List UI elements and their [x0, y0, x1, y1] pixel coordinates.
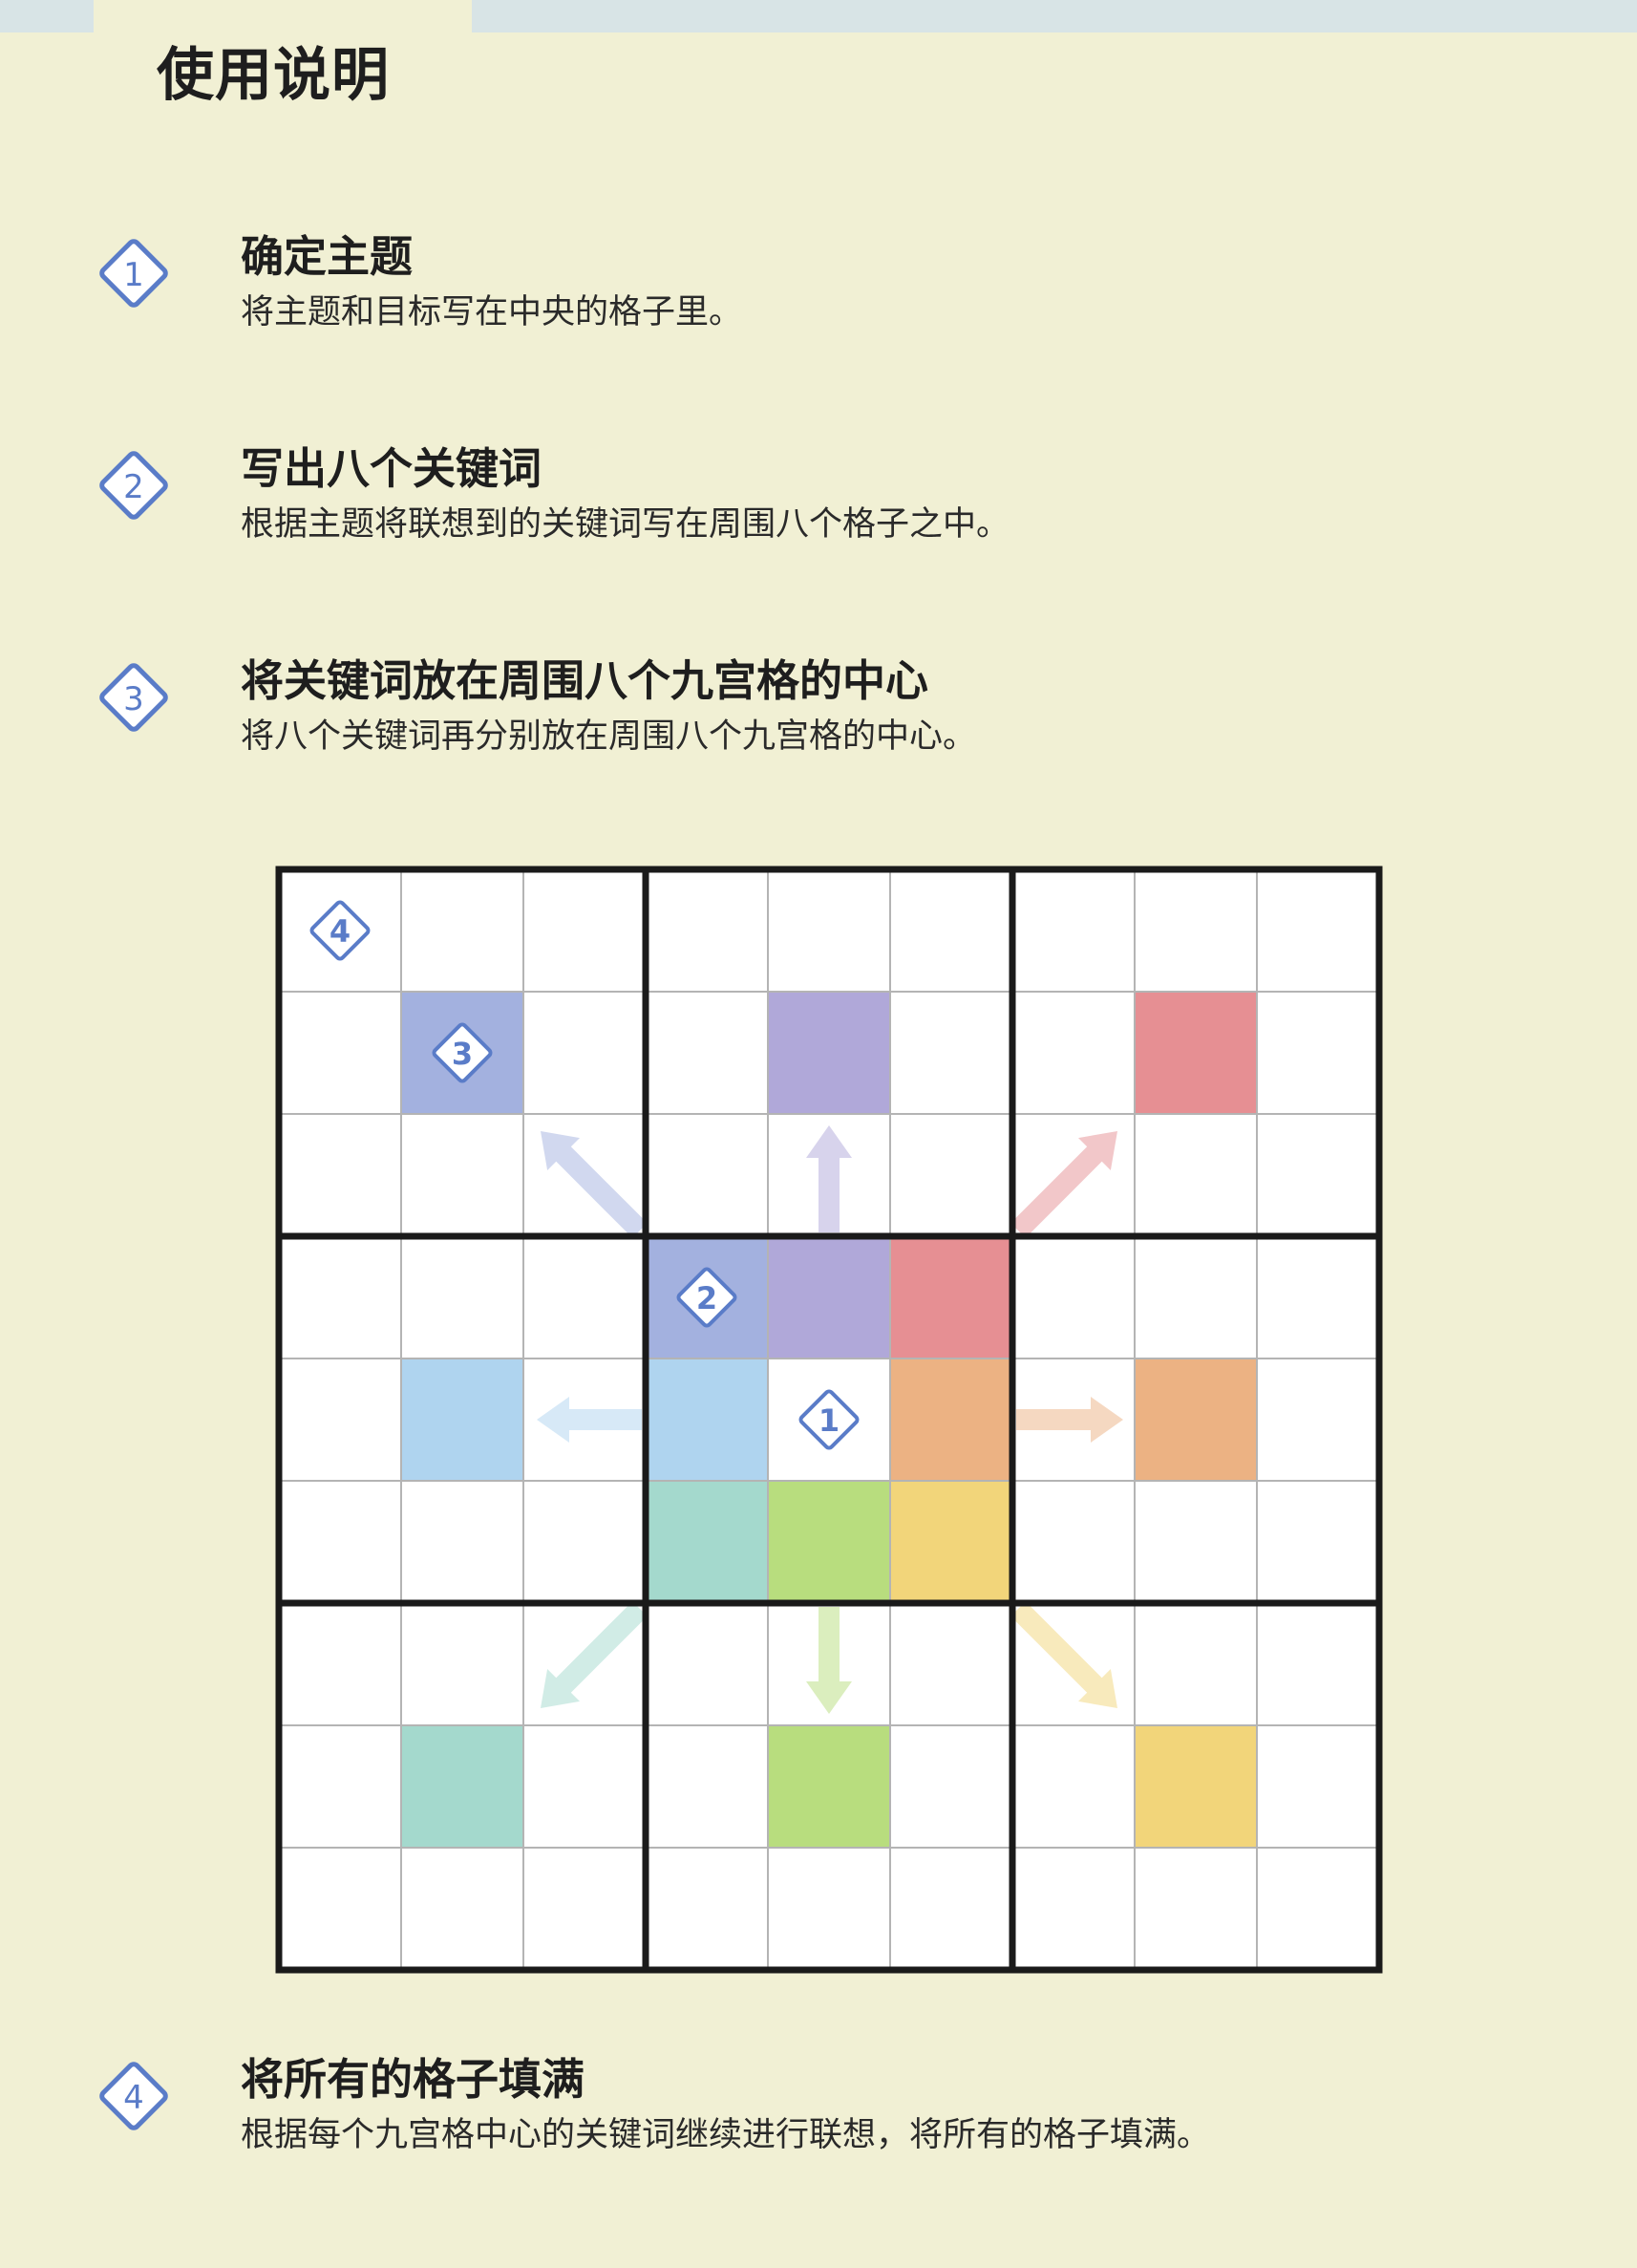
colored-cell-teal — [646, 1481, 768, 1603]
step-4-diamond-icon: 4 — [99, 2062, 168, 2130]
step-1-number: 1 — [123, 256, 144, 294]
colored-cell-yellow — [1135, 1725, 1257, 1848]
colored-cell-orange — [890, 1359, 1012, 1481]
colored-cell-purple — [768, 992, 890, 1114]
step-1-diamond-icon: 1 — [99, 239, 168, 308]
step-3-diamond-icon: 3 — [99, 663, 168, 732]
marker-number: 2 — [696, 1280, 717, 1316]
step-2-number: 2 — [123, 468, 144, 506]
step-3: 3 将关键词放在周围八个九宫格的中心 将八个关键词再分别放在周围八个九宫格的中心… — [86, 646, 1576, 760]
colored-cell-red — [1135, 992, 1257, 1114]
colored-cell-purple — [768, 1236, 890, 1359]
step-4-number: 4 — [123, 2079, 144, 2117]
page-title: 使用说明 — [157, 42, 390, 109]
colored-cell-red — [890, 1236, 1012, 1359]
title-tab — [94, 0, 472, 32]
step-2-title: 写出八个关键词 — [241, 443, 542, 494]
step-4: 4 将所有的格子填满 根据每个九宫格中心的关键词继续进行联想，将所有的格子填满。 — [86, 2044, 1576, 2159]
step-2-diamond-icon: 2 — [99, 451, 168, 520]
step-3-title: 将关键词放在周围八个九宫格的中心 — [241, 655, 929, 706]
marker-number: 3 — [452, 1036, 473, 1072]
step-1: 1 确定主题 将主题和目标写在中央的格子里。 — [86, 222, 1576, 336]
marker-number: 4 — [330, 913, 351, 950]
colored-cell-teal — [401, 1725, 523, 1848]
step-2-desc: 根据主题将联想到的关键词写在周围八个格子之中。 — [241, 505, 1010, 544]
marker-number: 1 — [818, 1402, 840, 1439]
step-4-desc: 根据每个九宫格中心的关键词继续进行联想，将所有的格子填满。 — [241, 2116, 1211, 2154]
colored-cell-sky — [646, 1359, 768, 1481]
step-3-number: 3 — [123, 680, 144, 718]
colored-cell-green — [768, 1725, 890, 1848]
colored-cell-yellow — [890, 1481, 1012, 1603]
step-2: 2 写出八个关键词 根据主题将联想到的关键词写在周围八个格子之中。 — [86, 434, 1576, 548]
colored-cell-orange — [1135, 1359, 1257, 1481]
step-1-title: 确定主题 — [241, 231, 414, 282]
mandala-grid: 4 3 2 1 — [275, 866, 1383, 1974]
mandala-grid-diagram: 4 3 2 1 — [275, 866, 1383, 1974]
colored-cell-sky — [401, 1359, 523, 1481]
step-1-desc: 将主题和目标写在中央的格子里。 — [241, 293, 743, 332]
step-4-title: 将所有的格子填满 — [241, 2054, 585, 2105]
step-3-desc: 将八个关键词再分别放在周围八个九宫格的中心。 — [241, 717, 977, 756]
colored-cell-green — [768, 1481, 890, 1603]
